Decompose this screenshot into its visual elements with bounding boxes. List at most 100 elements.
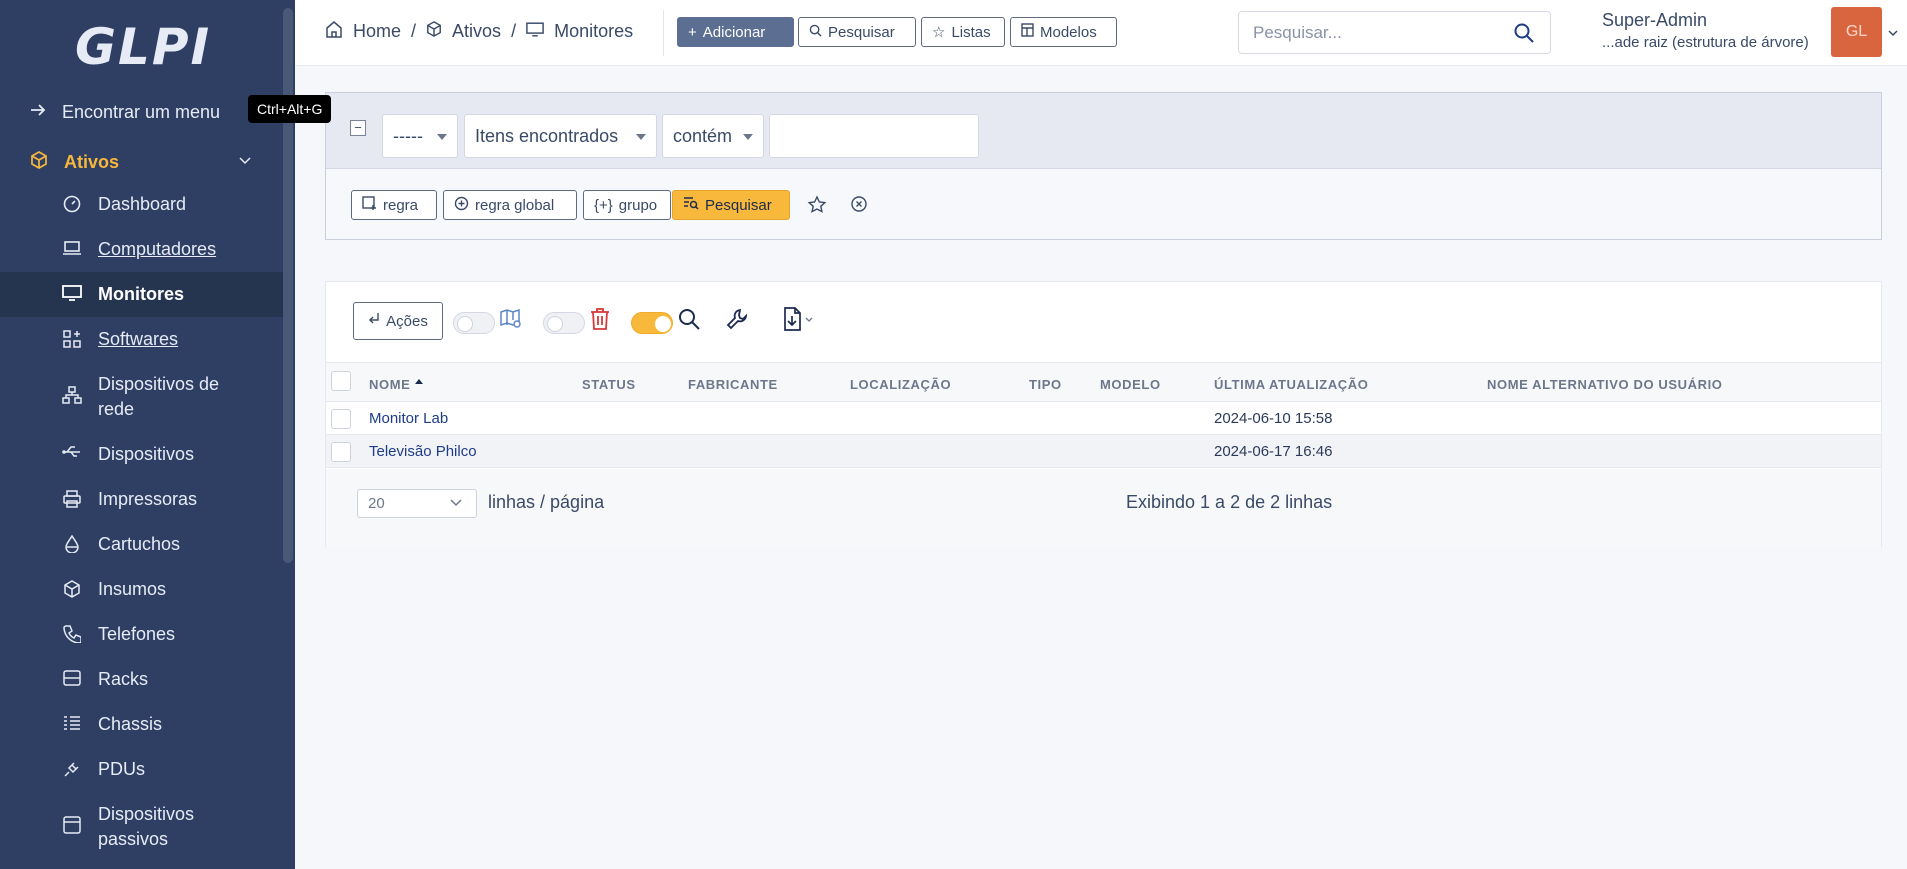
sidebar-section-ativos[interactable]: Ativos <box>0 142 283 182</box>
actions-button[interactable]: Ações <box>353 302 443 340</box>
sidebar-scrollbar[interactable] <box>283 8 293 563</box>
section-label: Ativos <box>64 151 120 172</box>
row-checkbox[interactable] <box>331 409 351 429</box>
column-user-alias[interactable]: NOME ALTERNATIVO DO USUÁRIO <box>1487 377 1723 392</box>
search-icon[interactable] <box>1514 23 1534 48</box>
page-size-label: linhas / página <box>488 492 605 512</box>
sidebar-nav: Dashboard Computadores Monitores Softwar… <box>0 182 283 862</box>
plug-icon <box>62 757 82 778</box>
add-button[interactable]: + Adicionar <box>677 17 794 47</box>
list-search-icon <box>683 196 699 214</box>
item-name-link[interactable]: Televisão Philco <box>369 443 477 460</box>
sidebar-item-racks[interactable]: Racks <box>0 657 283 702</box>
column-location[interactable]: LOCALIZAÇÃO <box>850 377 951 392</box>
sidebar-item-softwares[interactable]: Softwares <box>0 317 283 362</box>
sort-up-icon <box>414 371 424 389</box>
sidebar-item-monitores[interactable]: Monitores <box>0 272 283 317</box>
entity-name: ...ade raiz (estrutura de árvore) <box>1602 34 1809 51</box>
sidebar-item-label: Insumos <box>98 579 167 599</box>
add-button-label: Adicionar <box>702 23 766 41</box>
sidebar-item-label: Computadores <box>98 239 217 259</box>
droplet-icon <box>62 532 82 553</box>
add-global-rule-button[interactable]: regra global <box>443 190 577 220</box>
global-search-input[interactable]: Pesquisar... <box>1238 11 1551 54</box>
search-icon <box>809 24 822 41</box>
user-menu[interactable]: Super-Admin ...ade raiz (estrutura de ár… <box>1602 10 1809 51</box>
glpi-logo[interactable]: GLPI <box>75 18 211 76</box>
braces-icon: {+} <box>594 196 613 214</box>
page-size-select[interactable]: 20 <box>357 489 477 518</box>
add-group-button[interactable]: {+} grupo <box>583 190 671 220</box>
last-update-cell: 2024-06-17 16:46 <box>1214 443 1333 460</box>
box-icon <box>62 577 82 598</box>
breadcrumb-ativos[interactable]: Ativos <box>452 21 501 42</box>
sidebar-item-telefones[interactable]: Telefones <box>0 612 283 657</box>
column-status[interactable]: STATUS <box>582 377 636 392</box>
breadcrumb-monitores[interactable]: Monitores <box>554 21 633 42</box>
sidebar-item-label: Chassis <box>98 714 163 734</box>
column-last-update[interactable]: ÚLTIMA ATUALIZAÇÃO <box>1214 377 1369 392</box>
sidebar-item-pdus[interactable]: PDUs <box>0 747 283 792</box>
trash-toggle[interactable] <box>543 312 585 334</box>
column-manufacturer[interactable]: FABRICANTE <box>688 377 778 392</box>
sidebar-item-computadores[interactable]: Computadores <box>0 227 283 272</box>
sidebar-item-chassis[interactable]: Chassis <box>0 702 283 747</box>
server-icon <box>62 667 82 686</box>
sidebar-item-impressoras[interactable]: Impressoras <box>0 477 283 522</box>
criteria-field-select[interactable]: ----- <box>382 114 458 158</box>
sidebar: GLPI Encontrar um menu Ctrl+Alt+G Ativos… <box>0 0 332 869</box>
sidebar-item-label: Dashboard <box>98 194 187 214</box>
file-export-icon[interactable] <box>782 307 814 336</box>
criteria-search-button[interactable]: Pesquisar <box>672 190 790 220</box>
sidebar-item-dashboard[interactable]: Dashboard <box>0 182 283 227</box>
caret-down-icon <box>636 134 646 140</box>
models-button[interactable]: Modelos <box>1010 17 1117 47</box>
save-search-star-icon[interactable] <box>807 195 827 220</box>
last-update-cell: 2024-06-10 15:58 <box>1214 410 1333 427</box>
breadcrumb-separator: / <box>411 21 417 41</box>
lists-button[interactable]: ☆ Listas <box>921 17 1005 47</box>
find-menu-link[interactable]: Encontrar um menu <box>30 96 245 128</box>
select-all-checkbox[interactable] <box>331 371 351 391</box>
template-icon <box>1021 23 1034 41</box>
map-toggle[interactable] <box>453 312 495 334</box>
column-name[interactable]: NOME <box>369 377 410 392</box>
search-results-toggle[interactable] <box>631 312 673 334</box>
criteria-operator-select[interactable]: contém <box>662 114 764 158</box>
sidebar-item-dispositivos-passivos[interactable]: Dispositivos passivos <box>0 792 283 862</box>
lists-button-label: Listas <box>951 23 991 41</box>
criteria-value-input[interactable] <box>769 114 979 158</box>
trash-icon <box>589 307 611 336</box>
table-row: Monitor Lab 2024-06-10 15:58 <box>326 402 1881 435</box>
search-button[interactable]: Pesquisar <box>798 17 916 47</box>
chevron-down-icon[interactable] <box>1888 26 1898 40</box>
sidebar-item-label: Dispositivos <box>98 444 195 464</box>
list-icon <box>62 712 82 731</box>
add-rule-button[interactable]: regra <box>351 190 437 220</box>
criteria-itemtype-value: Itens encontrados <box>475 125 619 146</box>
sidebar-item-dispositivos[interactable]: Dispositivos <box>0 432 283 477</box>
breadcrumb-home[interactable]: Home <box>353 21 401 42</box>
item-name-link[interactable]: Monitor Lab <box>369 410 448 427</box>
remove-criterion-icon[interactable]: − <box>350 120 366 136</box>
column-model[interactable]: MODELO <box>1100 377 1161 392</box>
sidebar-item-cartuchos[interactable]: Cartuchos <box>0 522 283 567</box>
pager-info: Exibindo 1 a 2 de 2 linhas <box>1126 492 1333 512</box>
sidebar-item-label: PDUs <box>98 759 146 779</box>
criteria-itemtype-select[interactable]: Itens encontrados <box>464 114 657 158</box>
results-panel: Ações NOME STATUS FABRICANTE LOCALIZAÇÃO… <box>325 281 1882 547</box>
sidebar-item-insumos[interactable]: Insumos <box>0 567 283 612</box>
column-type[interactable]: TIPO <box>1029 377 1062 392</box>
wrench-icon[interactable] <box>726 307 750 336</box>
caret-down-icon <box>743 134 753 140</box>
sidebar-item-dispositivos-de-rede[interactable]: Dispositivos de rede <box>0 362 283 432</box>
home-icon <box>325 20 343 43</box>
sidebar-item-label: Telefones <box>98 624 176 644</box>
row-checkbox[interactable] <box>331 442 351 462</box>
search-criteria-panel: − ----- Itens encontrados contém regra r… <box>325 92 1882 240</box>
reset-search-icon[interactable] <box>850 195 868 218</box>
avatar[interactable]: GL <box>1831 7 1882 57</box>
phone-icon <box>62 622 82 643</box>
circle-plus-icon <box>454 196 469 215</box>
breadcrumb: Home / Ativos / Monitores <box>325 20 633 43</box>
